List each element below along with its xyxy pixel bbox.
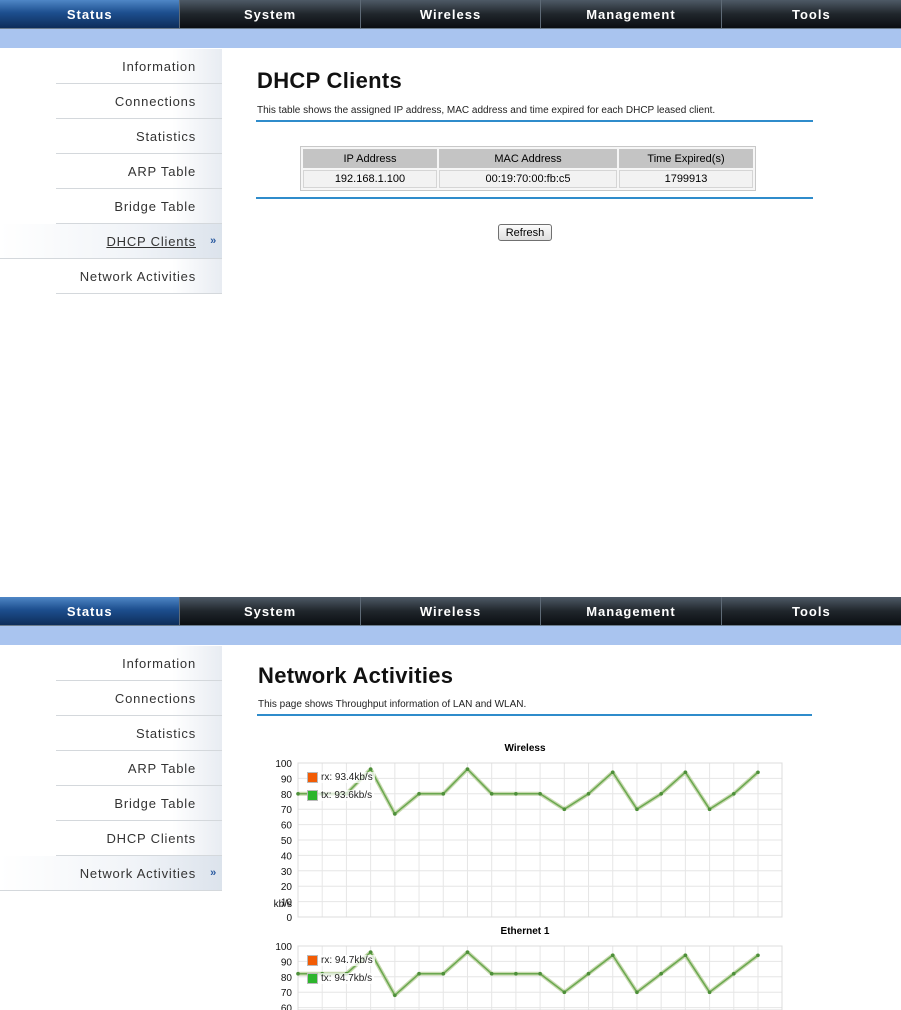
legend-swatch: [307, 955, 318, 966]
sidebar-item-label: Statistics: [135, 128, 196, 144]
divider: [256, 197, 813, 199]
sidebar-item-statistics[interactable]: Statistics: [56, 119, 222, 154]
top-nav: Status System Wireless Management Tools: [0, 0, 901, 29]
tab-tools[interactable]: Tools: [722, 0, 901, 28]
tab-system[interactable]: System: [180, 0, 361, 28]
data-point: [586, 971, 591, 976]
ethernet-chart-plot: 60 70 80 90 100: [275, 942, 783, 1010]
sidebar-item-information[interactable]: Information: [56, 49, 222, 84]
dhcp-clients-table: IP Address MAC Address Time Expired(s) 1…: [300, 146, 756, 191]
legend-item-tx: tx: 94.7kb/s: [307, 973, 375, 984]
tab-status[interactable]: Status: [0, 0, 181, 28]
sidebar-item-network-activities[interactable]: Network Activities: [56, 259, 222, 294]
data-point: [731, 971, 736, 976]
sidebar-item-label: ARP Table: [127, 163, 196, 179]
data-point: [683, 953, 688, 958]
column-header-ip-address: IP Address: [303, 149, 437, 168]
data-point: [538, 971, 542, 976]
sub-header-band: [0, 29, 901, 48]
divider: [256, 120, 813, 122]
legend-item-rx: rx: 94.7kb/s: [307, 955, 375, 966]
data-point: [465, 950, 470, 954]
data-point: [296, 971, 300, 976]
network-activities-panel: Status System Wireless Management Tools …: [0, 597, 901, 1010]
data-point: [514, 971, 518, 976]
chevron-right-icon: »: [210, 235, 217, 247]
data-point: [417, 971, 421, 976]
legend-label: tx: 94.7kb/s: [321, 973, 373, 984]
sidebar-item-label: Information: [122, 58, 196, 74]
table-row: 192.168.1.100 00:19:70:00:fb:c5 1799913: [303, 170, 753, 188]
column-header-mac-address: MAC Address: [439, 149, 617, 168]
tab-wireless[interactable]: Wireless: [361, 0, 542, 28]
column-header-time-expired: Time Expired(s): [619, 149, 753, 168]
data-point: [635, 990, 639, 994]
sidebar-item-dhcp-clients[interactable]: DHCP Clients »: [0, 224, 222, 259]
sidebar-item-label: Network Activities: [79, 268, 196, 284]
sidebar-item-label: Connections: [114, 93, 196, 109]
y-tick-label: 80: [281, 973, 293, 984]
time-expired-cell: 1799913: [619, 170, 753, 188]
sidebar-item-arp-table[interactable]: ARP Table: [56, 154, 222, 189]
dhcp-clients-panel: Status System Wireless Management Tools …: [0, 0, 901, 297]
refresh-button[interactable]: Refresh: [498, 224, 552, 241]
data-point: [562, 990, 567, 994]
y-tick-label: 70: [281, 988, 293, 999]
data-point: [756, 953, 760, 958]
data-point: [659, 971, 663, 976]
data-point: [393, 993, 397, 998]
y-tick-label: 90: [281, 957, 293, 968]
data-point: [489, 971, 494, 976]
data-point: [441, 971, 446, 976]
sidebar-item-label: DHCP Clients: [106, 233, 196, 249]
ip-address-cell: 192.168.1.100: [303, 170, 437, 188]
y-tick-label: 60: [281, 1004, 293, 1010]
sidebar-item-connections[interactable]: Connections: [56, 84, 222, 119]
mac-address-cell: 00:19:70:00:fb:c5: [439, 170, 617, 188]
legend-label: rx: 94.7kb/s: [321, 955, 373, 966]
y-tick-label: 100: [275, 942, 292, 953]
sidebar-item-label: Bridge Table: [114, 198, 196, 214]
page-title: DHCP Clients: [257, 68, 402, 93]
page-description: This table shows the assigned IP address…: [257, 105, 716, 116]
data-point: [707, 990, 712, 994]
legend-swatch: [307, 973, 318, 984]
sidebar-item-bridge-table[interactable]: Bridge Table: [56, 189, 222, 224]
data-point: [610, 953, 615, 958]
sidebar: Information Connections Statistics ARP T…: [0, 49, 222, 294]
tab-management[interactable]: Management: [541, 0, 722, 28]
data-point: [368, 950, 373, 954]
